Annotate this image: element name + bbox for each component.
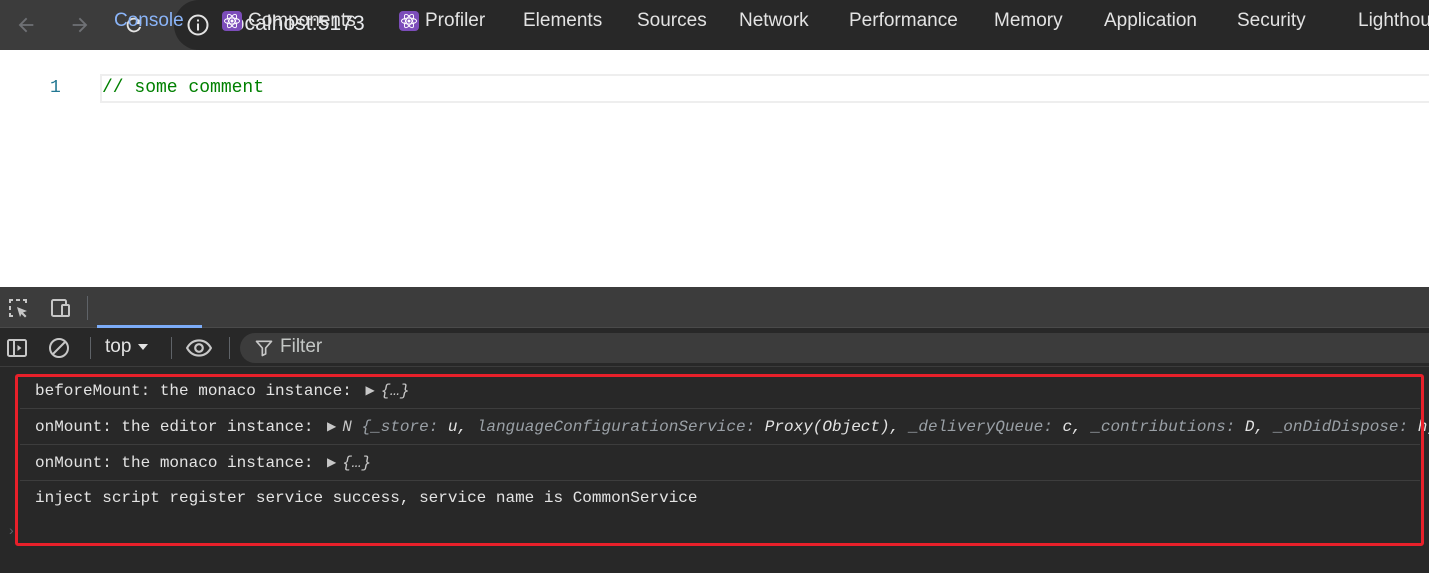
tab-label: Console (114, 9, 184, 31)
toolbar-divider (87, 296, 88, 320)
tab-label: Profiler (425, 9, 486, 31)
device-icon (51, 299, 70, 317)
active-tab-indicator (97, 325, 202, 328)
tab-label: Sources (637, 9, 707, 31)
tab-label: Components (248, 9, 356, 31)
tab-label: Lighthou (1358, 9, 1429, 31)
tab-console[interactable]: Console (114, 0, 184, 41)
tab-sources[interactable]: Sources (637, 0, 707, 41)
highlight-annotation (15, 374, 1424, 546)
eye-icon (186, 339, 212, 357)
tab-label: Network (739, 9, 809, 31)
tab-label: Memory (994, 9, 1063, 31)
toolbar-divider (90, 337, 91, 359)
inspect-element-button[interactable] (4, 294, 32, 322)
devtools-tabbar (0, 287, 1429, 328)
react-icon (399, 10, 419, 31)
forward-button[interactable] (66, 11, 94, 39)
filter-icon (255, 340, 273, 357)
filter-placeholder: Filter (280, 336, 323, 357)
editor-code-line[interactable]: // some comment (102, 78, 264, 98)
show-sidebar-button[interactable] (4, 335, 30, 361)
context-selector[interactable]: top (105, 336, 149, 358)
tab-label: Performance (849, 9, 958, 31)
arrow-right-icon (72, 17, 88, 33)
react-icon (222, 10, 242, 31)
tab-elements[interactable]: Elements (523, 0, 602, 41)
tab-lighthouse[interactable]: Lighthou (1358, 0, 1429, 41)
tab-components[interactable]: Components (222, 0, 356, 41)
back-button[interactable] (12, 11, 40, 39)
arrow-left-icon (18, 17, 34, 33)
console-prompt-icon[interactable]: › (9, 522, 14, 538)
filter-input[interactable] (240, 333, 1429, 363)
caret-down-icon (138, 344, 149, 350)
toolbar-divider (229, 337, 230, 359)
tab-performance[interactable]: Performance (849, 0, 958, 41)
tab-network[interactable]: Network (739, 0, 809, 41)
clear-console-button[interactable] (46, 335, 72, 361)
sidebar-icon (7, 339, 27, 357)
inspect-icon (9, 299, 27, 318)
tab-label: Elements (523, 9, 603, 31)
tab-label: Security (1237, 9, 1306, 31)
tab-memory[interactable]: Memory (994, 0, 1063, 41)
toolbar-divider (171, 337, 172, 359)
context-label: top (105, 336, 132, 357)
live-expression-button[interactable] (186, 335, 212, 361)
device-toolbar-button[interactable] (46, 294, 74, 322)
tab-label: Application (1104, 9, 1197, 31)
info-icon[interactable] (186, 13, 210, 37)
tab-application[interactable]: Application (1104, 0, 1197, 41)
line-number: 1 (50, 78, 61, 98)
clear-icon (49, 338, 69, 358)
tab-security[interactable]: Security (1237, 0, 1306, 41)
tab-profiler[interactable]: Profiler (399, 0, 485, 41)
editor-current-line[interactable] (100, 74, 1429, 103)
